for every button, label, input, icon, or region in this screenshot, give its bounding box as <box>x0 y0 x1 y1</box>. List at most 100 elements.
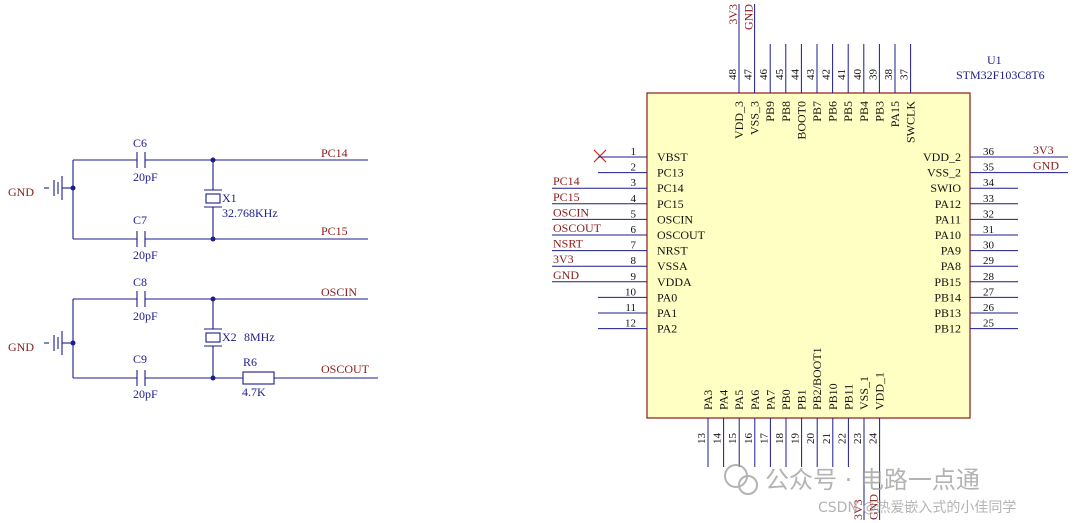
mcu-u1: U1 STM32F103C8T6 1 VBST 2 PC13 3 PC14 PC14 4 PC1… <box>552 4 1068 520</box>
net-label-3v3: 3V3 <box>1033 143 1054 157</box>
pin-pa11-name: PA11 <box>935 212 961 226</box>
watermark-channel: 公众号 · 电路一点通 <box>765 466 980 494</box>
pin-pa1-name: PA1 <box>657 306 677 320</box>
pin-34-number: 34 <box>983 177 995 189</box>
pin-28-number: 28 <box>983 271 995 283</box>
net-pc14: PC14 <box>321 146 348 160</box>
pin-23-number: 23 <box>852 433 864 445</box>
pin-pb9-name: PB9 <box>763 101 777 122</box>
pin-pc15-name: PC15 <box>657 197 684 211</box>
pin-vssa-name: VSSA <box>657 259 688 273</box>
c9-ref: C9 <box>133 352 147 366</box>
r6-ref: R6 <box>243 355 257 369</box>
pin-pb6-name: PB6 <box>826 101 840 122</box>
pin-33-number: 33 <box>983 193 995 205</box>
pin-pb13-name: PB13 <box>934 306 961 320</box>
pin-29-number: 29 <box>983 255 995 267</box>
mcu-top-pins: 48 VDD_3 3V3 47 VSS_3 GND 46 PB9 45 PB8 44 BOOT0 43 P… <box>726 4 918 143</box>
pin-pa10-name: PA10 <box>935 228 961 242</box>
mcu-right-pins: 36 VDD_2 3V3 35 VSS_2 GND 34 SWIO 33 PA12 32 PA11 31… <box>923 143 1068 336</box>
net-label-gnd: GND <box>1033 159 1059 173</box>
pin-13-number: 13 <box>696 433 708 445</box>
pin-38-number: 38 <box>883 69 895 81</box>
pin-40-number: 40 <box>852 69 864 81</box>
pin-7-number: 7 <box>631 240 637 252</box>
c7-value: 20pF <box>133 248 158 262</box>
pin-9-number: 9 <box>631 271 637 283</box>
pin-1-number: 1 <box>631 146 637 158</box>
watermark: 公众号 · 电路一点通 CSDN @热爱嵌入式的小佳同学 <box>724 464 1016 516</box>
pin-vss-2-name: VSS_2 <box>927 166 961 180</box>
pin-14-number: 14 <box>712 433 724 445</box>
x2-crystal-icon <box>205 332 221 343</box>
pin-43-number: 43 <box>805 69 817 81</box>
pin-pb3-name: PB3 <box>872 101 886 122</box>
pin-pa6-name: PA6 <box>748 390 762 410</box>
r6-resistor-icon <box>242 371 275 385</box>
mcu-body <box>646 92 971 419</box>
pin-20-number: 20 <box>805 433 817 445</box>
pin-6-number: 6 <box>631 224 637 236</box>
pin-vdd-1-name: VDD_1 <box>873 372 887 410</box>
pin-pb1-name: PB1 <box>795 389 809 410</box>
pin-pa8-name: PA8 <box>941 259 961 273</box>
no-connect-icon <box>593 149 607 163</box>
pin-pa9-name: PA9 <box>941 244 961 258</box>
r6-value: 4.7K <box>242 385 266 399</box>
pin-32-number: 32 <box>983 208 994 220</box>
pin-26-number: 26 <box>983 302 995 314</box>
gnd-label-2: GND <box>8 340 34 354</box>
pin-pa3-name: PA3 <box>701 390 715 410</box>
ground-symbol-2 <box>44 331 73 355</box>
pin-pa15-name: PA15 <box>888 101 902 127</box>
watermark-csdn: CSDN @热爱嵌入式的小佳同学 <box>818 500 1016 516</box>
pin-pb7-name: PB7 <box>810 101 824 122</box>
wechat-icon <box>724 464 758 495</box>
pin-15-number: 15 <box>727 433 739 445</box>
pin-pb12-name: PB12 <box>934 322 961 336</box>
pin-41-number: 41 <box>836 69 848 80</box>
c6-value: 20pF <box>133 170 158 184</box>
gnd-label: GND <box>8 185 34 199</box>
pin-39-number: 39 <box>867 69 879 81</box>
pin-pc13-name: PC13 <box>657 166 684 180</box>
pin-pb10-name: PB10 <box>826 383 840 410</box>
pin-17-number: 17 <box>758 433 770 445</box>
net-label-oscout: OSCOUT <box>553 221 602 235</box>
net-label-oscin: OSCIN <box>553 205 589 219</box>
pin-5-number: 5 <box>631 208 637 220</box>
pin-46-number: 46 <box>758 69 770 81</box>
pin-2-number: 2 <box>631 162 637 174</box>
pin-21-number: 21 <box>821 433 833 444</box>
pin-vss-1-name: VSS_1 <box>857 376 871 410</box>
pin-47-number: 47 <box>743 69 755 81</box>
pin-pa0-name: PA0 <box>657 290 677 304</box>
c7-ref: C7 <box>133 213 147 227</box>
pin-35-number: 35 <box>983 162 995 174</box>
pin-pb4-name: PB4 <box>857 101 871 122</box>
pin-vbst-name: VBST <box>657 150 688 164</box>
pin-vdd-2-name: VDD_2 <box>923 150 961 164</box>
pin-27-number: 27 <box>983 286 995 298</box>
lse-oscillator-circuit: GND C6 20pF C7 20pF X1 32.768KHz PC14 PC… <box>8 136 368 262</box>
pin-25-number: 25 <box>983 318 995 330</box>
pin-pa4-name: PA4 <box>717 390 731 410</box>
net-label-gnd: GND <box>553 268 579 282</box>
ground-symbol <box>44 176 73 200</box>
pin-swclk-name: SWCLK <box>904 101 918 143</box>
pin-45-number: 45 <box>774 69 786 81</box>
x1-crystal-icon <box>205 193 221 204</box>
pin-vdd-3-name: VDD_3 <box>732 101 746 139</box>
net-label-3v3: 3V3 <box>726 4 740 25</box>
net-label-pc15: PC15 <box>553 190 580 204</box>
pin-nrst-name: NRST <box>657 244 688 258</box>
pin-swio-name: SWIO <box>930 181 961 195</box>
c9-value: 20pF <box>133 387 158 401</box>
net-label-nsrt: NSRT <box>553 237 584 251</box>
net-label-pc14: PC14 <box>553 174 580 188</box>
pin-pa7-name: PA7 <box>763 390 777 410</box>
pin-31-number: 31 <box>983 224 994 236</box>
net-pc15: PC15 <box>321 224 348 238</box>
schematic-canvas: GND C6 20pF C7 20pF X1 32.768KHz PC14 PC… <box>8 4 1068 520</box>
pin-18-number: 18 <box>774 433 786 445</box>
